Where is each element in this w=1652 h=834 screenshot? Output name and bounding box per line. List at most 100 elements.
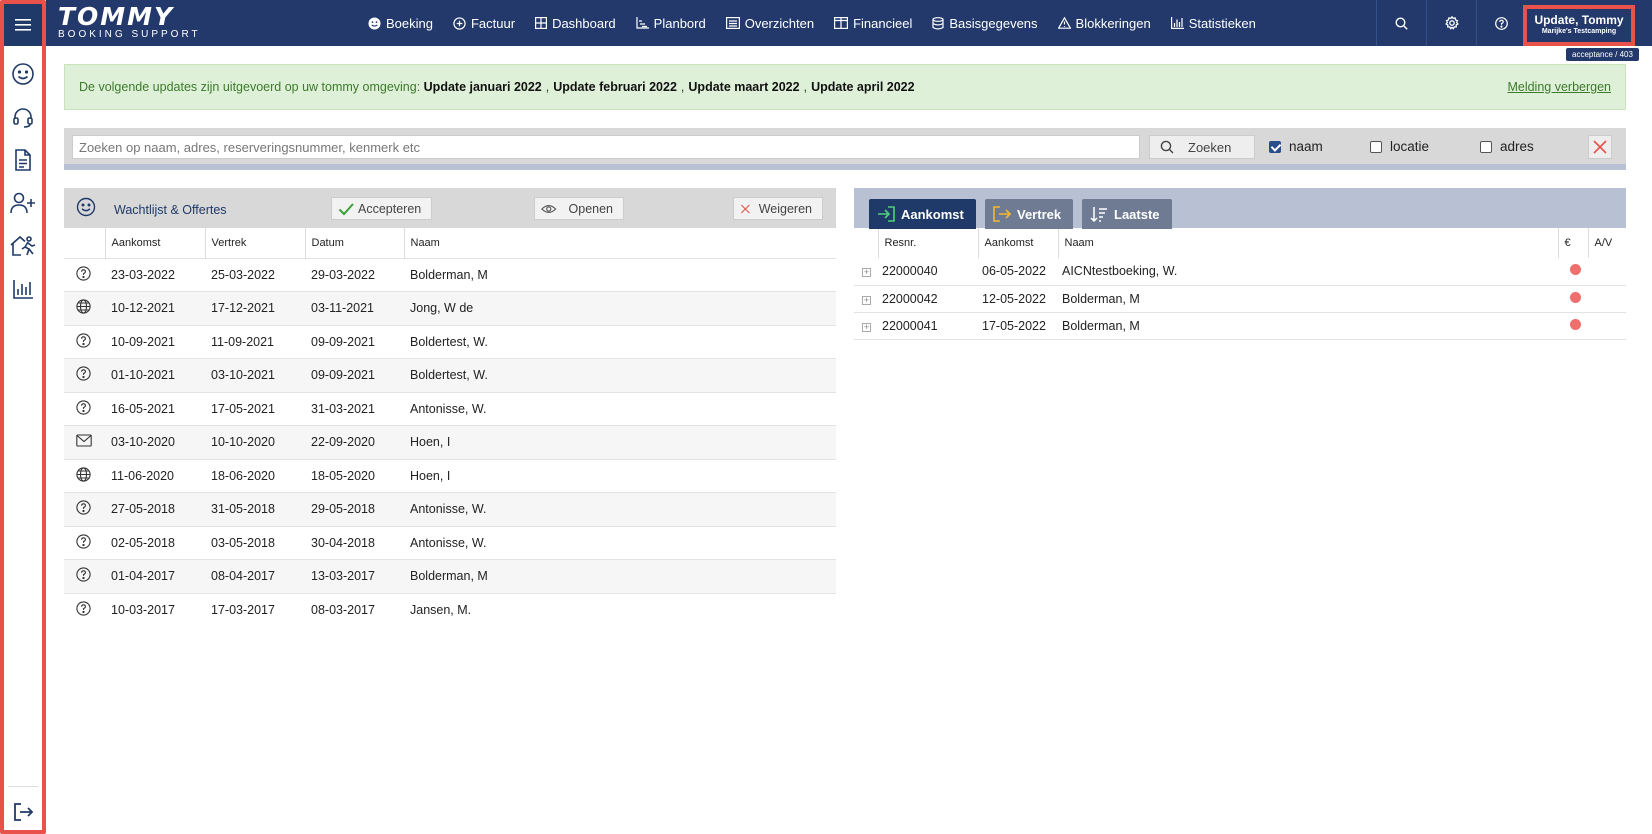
filter-locatie-checkbox[interactable]: locatie	[1370, 139, 1429, 154]
cell-naam: Boldertest, W.	[404, 324, 836, 359]
nav-overzichten[interactable]: Overzichten	[725, 16, 814, 31]
arrivals-panel: Aankomst Vertrek Laatste Resnr. Aankomst…	[854, 188, 1626, 340]
cell-vertrek: 03-10-2021	[205, 358, 305, 392]
cell-vertrek: 31-05-2018	[205, 492, 305, 526]
cell-vertrek: 08-04-2017	[205, 559, 305, 593]
nav-factuur-label: Factuur	[470, 15, 516, 31]
table-row[interactable]: +22000042 12-05-2022 Bolderman, M	[854, 285, 1626, 313]
smiley-icon	[12, 63, 34, 85]
sidebar-stats-button[interactable]	[4, 269, 42, 309]
table-row[interactable]: 03-10-2020 10-10-2020 22-09-2020 Hoen, I	[64, 425, 836, 459]
logout-button[interactable]	[4, 792, 42, 832]
accept-button[interactable]: Accepteren	[331, 197, 433, 220]
search-button[interactable]: Zoeken	[1149, 135, 1255, 159]
tab-laatste[interactable]: Laatste	[1082, 199, 1172, 229]
nav-blokkeringen[interactable]: Blokkeringen	[1057, 16, 1151, 31]
nav-planbord[interactable]: Planbord	[636, 16, 706, 31]
nav-basisgegevens[interactable]: Basisgegevens	[932, 16, 1038, 31]
notice-intro: De volgende updates zijn uitgevoerd op u…	[79, 80, 421, 94]
row-type-cell	[64, 358, 105, 392]
notice-separator: ,	[680, 80, 685, 94]
column-header-aankomst[interactable]: Aankomst	[978, 228, 1059, 258]
search-toolbar-button[interactable]	[1376, 0, 1426, 46]
row-type-cell	[64, 391, 105, 426]
reject-button[interactable]: Weigeren	[733, 197, 823, 220]
logout-icon	[14, 803, 34, 821]
column-header-naam[interactable]: Naam	[404, 228, 836, 258]
nav-financieel[interactable]: Financieel	[834, 16, 912, 31]
clear-search-button[interactable]	[1588, 135, 1612, 159]
nav-dashboard[interactable]: Dashboard	[535, 16, 616, 31]
user-account-menu[interactable]: Update, Tommy Marijke's Testcamping	[1523, 5, 1635, 46]
expand-row-button[interactable]: +	[862, 295, 871, 305]
filter-naam-checkbox[interactable]: naam	[1269, 139, 1323, 154]
cell-av	[1588, 285, 1626, 313]
column-header-vertrek[interactable]: Vertrek	[205, 228, 306, 258]
column-header-payment[interactable]: €	[1558, 228, 1589, 258]
checkbox-unchecked	[1480, 140, 1492, 153]
question-icon	[76, 500, 91, 518]
tommy-logo[interactable]: TOMMY BOOKING SUPPORT	[58, 4, 201, 40]
nav-boeking[interactable]: Boeking	[368, 16, 433, 31]
hide-notice-link[interactable]: Melding verbergen	[1507, 80, 1611, 94]
nav-dashboard-label: Dashboard	[552, 15, 616, 31]
column-header-aankomst[interactable]: Aankomst	[105, 228, 206, 258]
top-navigation-bar: TOMMY BOOKING SUPPORT Boeking Factuur Da…	[46, 0, 1652, 46]
expand-row-button[interactable]: +	[862, 322, 871, 332]
mail-icon	[76, 434, 92, 450]
table-row[interactable]: 10-09-2021 11-09-2021 09-09-2021 Boldertest…	[64, 324, 836, 359]
nav-factuur[interactable]: Factuur	[453, 16, 515, 31]
expand-row-button[interactable]: +	[862, 268, 871, 278]
table-row[interactable]: 02-05-2018 03-05-2018 30-04-2018 Antonisse,…	[64, 525, 836, 560]
table-row[interactable]: 11-06-2020 18-06-2020 18-05-2020 Hoen, I	[64, 458, 836, 493]
row-type-cell	[64, 525, 105, 560]
filter-adres-checkbox[interactable]: adres	[1480, 139, 1534, 154]
payment-status-dot	[1570, 318, 1581, 330]
question-icon	[76, 333, 91, 351]
tab-aankomst[interactable]: Aankomst	[869, 199, 976, 229]
search-icon	[1160, 140, 1174, 154]
filter-locatie-label: locatie	[1390, 139, 1430, 154]
column-header-naam[interactable]: Naam	[1058, 228, 1559, 258]
cell-aankomst: 01-04-2017	[105, 559, 205, 593]
row-type-cell	[64, 425, 105, 459]
cell-vertrek: 25-03-2022	[205, 257, 305, 292]
table-row[interactable]: +22000041 17-05-2022 Bolderman, M	[854, 312, 1626, 340]
sign-in-icon	[878, 206, 895, 222]
cell-naam: Bolderman, M	[404, 559, 836, 593]
icon-column-header	[64, 228, 106, 258]
expand-cell: +	[854, 285, 878, 313]
sidebar-add-user-button[interactable]	[4, 183, 42, 223]
nav-statistieken[interactable]: Statistieken	[1170, 16, 1256, 31]
menu-button[interactable]	[4, 4, 42, 46]
sidebar-document-button[interactable]	[4, 140, 42, 180]
table-row[interactable]: 16-05-2021 17-05-2021 31-03-2021 Antonisse,…	[64, 391, 836, 426]
column-header-resnr[interactable]: Resnr.	[878, 228, 979, 258]
column-header-av[interactable]: A/V	[1588, 228, 1626, 258]
sidebar-boeking-button[interactable]	[4, 54, 42, 94]
column-header-datum[interactable]: Datum	[305, 228, 405, 258]
help-toolbar-button[interactable]	[1476, 0, 1526, 46]
table-row[interactable]: 10-03-2017 17-03-2017 08-03-2017 Jansen, M.	[64, 592, 836, 627]
cell-datum: 30-04-2018	[305, 525, 404, 560]
table-row[interactable]: 10-12-2021 17-12-2021 03-11-2021 Jong, W de	[64, 291, 836, 325]
cell-resnr: 22000041	[878, 312, 978, 340]
filter-naam-label: naam	[1289, 139, 1323, 154]
sidebar-checkout-button[interactable]	[4, 226, 42, 266]
table-row[interactable]: 27-05-2018 31-05-2018 29-05-2018 Antonisse,…	[64, 492, 836, 526]
cell-vertrek: 17-12-2021	[205, 291, 305, 325]
table-row[interactable]: 01-10-2021 03-10-2021 09-09-2021 Boldertest…	[64, 358, 836, 392]
search-input[interactable]	[72, 135, 1140, 159]
table-row[interactable]: 23-03-2022 25-03-2022 29-03-2022 Bolderman,…	[64, 257, 836, 292]
settings-toolbar-button[interactable]	[1426, 0, 1476, 46]
table-row[interactable]: 01-04-2017 08-04-2017 13-03-2017 Bolderman,…	[64, 559, 836, 593]
tab-vertrek[interactable]: Vertrek	[985, 199, 1074, 229]
cell-aankomst: 06-05-2022	[978, 258, 1058, 286]
table-row[interactable]: +22000040 06-05-2022 AICNtestboeking, W.	[854, 258, 1626, 286]
payment-status-dot	[1570, 291, 1581, 303]
sidebar	[0, 0, 46, 834]
open-button[interactable]: Openen	[534, 197, 624, 220]
chart-icon	[636, 17, 649, 29]
cell-aankomst: 03-10-2020	[105, 425, 205, 459]
sidebar-support-button[interactable]	[4, 97, 42, 137]
